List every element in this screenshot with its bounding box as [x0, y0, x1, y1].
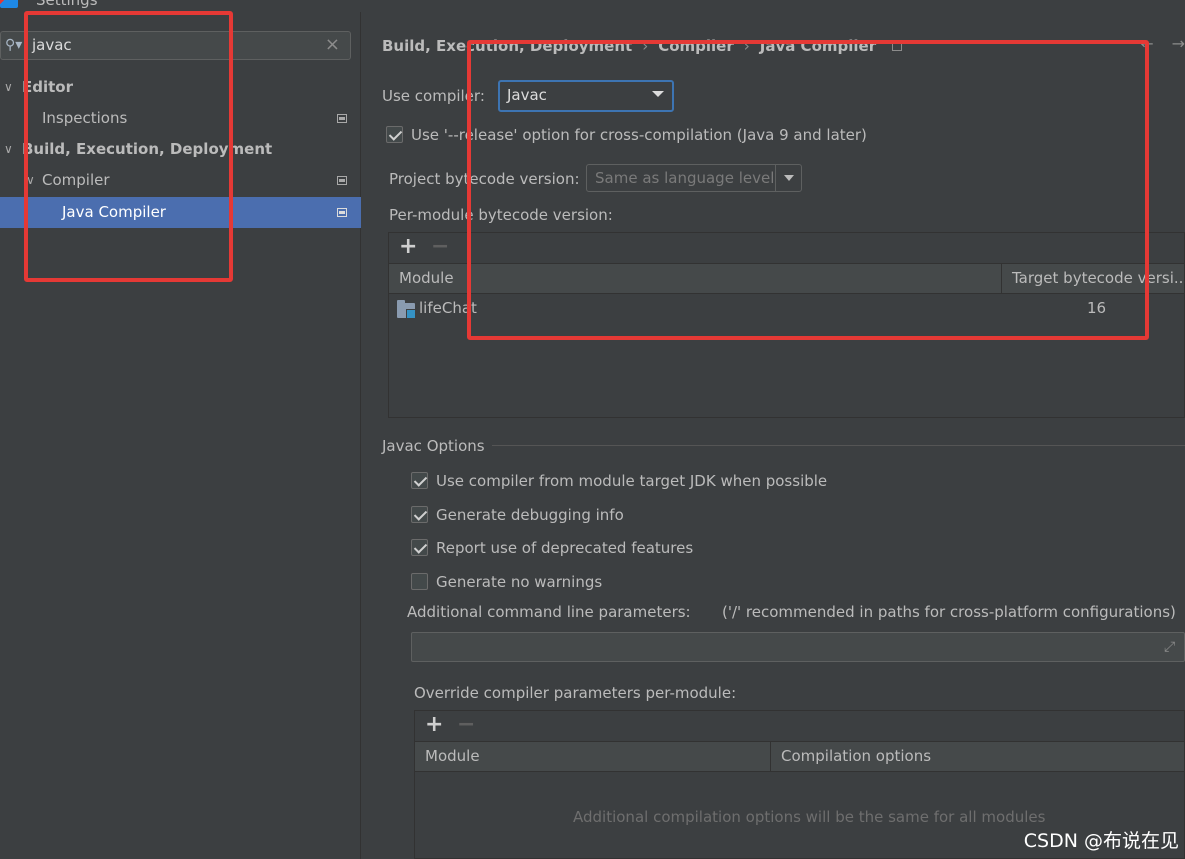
table-toolbar: + −	[389, 233, 1184, 263]
add-icon[interactable]: +	[399, 234, 417, 259]
window-title: Settings	[36, 0, 98, 9]
search-icon[interactable]: ⚲▾	[5, 37, 27, 55]
title-bar: Settings	[0, 0, 1185, 12]
additional-params-label: Additional command line parameters:	[407, 603, 691, 621]
breadcrumb: Build, Execution, Deployment › Compiler › Ja…	[382, 37, 903, 55]
tree-item-label: Compiler	[42, 171, 110, 189]
settings-sidebar: ⚲▾ javac × ∨ Editor Inspections ∨ Build,…	[0, 12, 361, 859]
use-compiler-label: Use compiler:	[382, 87, 485, 105]
tree-item-label: Inspections	[42, 109, 128, 127]
option-label: Use compiler from module target JDK when…	[436, 472, 828, 490]
target-bytecode-value: 16	[1087, 299, 1107, 317]
table-toolbar: + −	[415, 711, 1184, 741]
checkbox-deprecated-features[interactable]	[411, 539, 428, 556]
remove-icon[interactable]: −	[457, 712, 475, 737]
breadcrumb-separator: ›	[642, 37, 649, 55]
table-body: lifeChat 16	[389, 294, 1184, 417]
option-label: Report use of deprecated features	[436, 539, 694, 557]
java-compiler-panel: Build, Execution, Deployment › Compiler › Ja…	[362, 12, 1185, 859]
clear-search-icon[interactable]: ×	[325, 34, 340, 55]
settings-search-field[interactable]: ⚲▾ javac ×	[0, 31, 351, 60]
breadcrumb-item: Compiler	[658, 37, 734, 55]
option-label: Generate no warnings	[436, 573, 603, 591]
release-option-label: Use '--release' option for cross-compila…	[411, 126, 867, 144]
table-header: Module Target bytecode versi...	[389, 263, 1185, 294]
add-icon[interactable]: +	[425, 712, 443, 737]
tree-item-compiler[interactable]: ∨ Compiler	[0, 165, 361, 196]
breadcrumb-separator: ›	[743, 37, 750, 55]
project-settings-icon	[337, 176, 347, 185]
tree-item-java-compiler[interactable]: Java Compiler	[0, 197, 361, 228]
option-label: Generate debugging info	[436, 506, 624, 524]
checkbox-module-target-jdk[interactable]	[411, 472, 428, 489]
tree-item-label: Editor	[22, 78, 73, 96]
module-bytecode-table: + − Module Target bytecode versi... life…	[388, 232, 1185, 418]
section-divider	[492, 445, 1185, 446]
chevron-down-icon[interactable]: ∨	[4, 134, 13, 165]
tree-item-inspections[interactable]: Inspections	[0, 103, 361, 134]
expand-icon[interactable]: ⤢	[1164, 639, 1179, 655]
tree-item-editor[interactable]: ∨ Editor	[0, 72, 361, 103]
additional-params-hint: ('/' recommended in paths for cross-plat…	[722, 603, 1176, 621]
chevron-down-icon[interactable]	[775, 165, 801, 191]
breadcrumb-item: Java Compiler	[759, 37, 877, 55]
column-header-target-bytecode[interactable]: Target bytecode versi...	[1001, 264, 1185, 293]
override-params-label: Override compiler parameters per-module:	[414, 684, 737, 702]
checkbox-no-warnings[interactable]	[411, 573, 428, 590]
column-header-module[interactable]: Module	[415, 742, 770, 771]
chevron-down-icon[interactable]: ∨	[4, 72, 13, 103]
tree-item-label: Build, Execution, Deployment	[22, 140, 273, 158]
table-header: Module Compilation options	[415, 741, 1184, 772]
checkbox-debugging-info[interactable]	[411, 506, 428, 523]
table-row[interactable]: lifeChat 16	[389, 294, 1184, 325]
column-header-module[interactable]: Module	[389, 264, 1001, 293]
search-input[interactable]: javac	[32, 36, 72, 54]
project-bytecode-label: Project bytecode version:	[389, 170, 580, 188]
remove-icon[interactable]: −	[431, 234, 449, 259]
module-name: lifeChat	[419, 299, 477, 317]
chevron-down-icon	[652, 91, 664, 97]
navigation-arrows: ← →	[1140, 34, 1185, 53]
module-folder-icon	[397, 300, 416, 319]
additional-params-input[interactable]	[411, 632, 1185, 662]
project-bytecode-value: Same as language level	[595, 169, 775, 187]
intellij-logo-icon	[0, 0, 18, 8]
forward-arrow-icon[interactable]: →	[1172, 34, 1185, 53]
per-module-bytecode-label: Per-module bytecode version:	[389, 206, 613, 224]
project-settings-icon	[337, 208, 347, 217]
tree-item-build-execution-deployment[interactable]: ∨ Build, Execution, Deployment	[0, 134, 361, 165]
back-arrow-icon[interactable]: ←	[1140, 34, 1153, 53]
use-compiler-dropdown[interactable]: Javac	[498, 80, 674, 112]
project-settings-icon	[337, 114, 347, 123]
project-bytecode-dropdown[interactable]: Same as language level	[586, 164, 802, 192]
project-settings-icon	[892, 42, 903, 51]
empty-table-text: Additional compilation options will be t…	[573, 808, 1046, 826]
column-header-compilation-options[interactable]: Compilation options	[770, 742, 1185, 771]
javac-options-section-title: Javac Options	[382, 437, 485, 455]
use-compiler-value: Javac	[507, 86, 547, 104]
chevron-down-icon[interactable]: ∨	[26, 165, 35, 196]
breadcrumb-item: Build, Execution, Deployment	[382, 37, 633, 55]
watermark: CSDN @布说在见	[1023, 830, 1179, 852]
release-option-checkbox[interactable]	[386, 126, 403, 143]
tree-item-label: Java Compiler	[62, 203, 166, 221]
